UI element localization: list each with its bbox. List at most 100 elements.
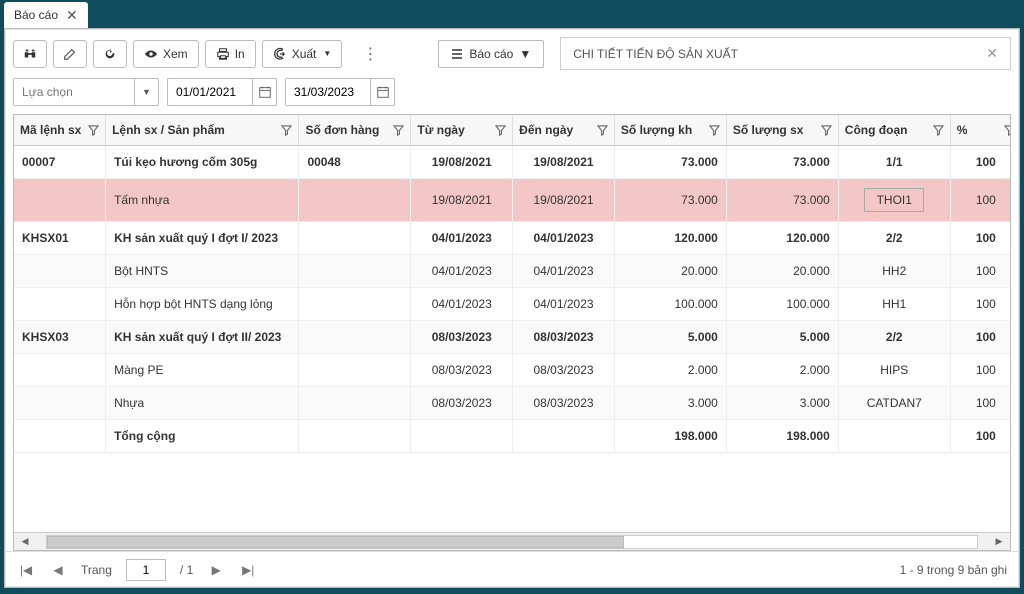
cell-tu: 19/08/2021 [411, 146, 513, 179]
cell-pct: 100 [950, 255, 1010, 288]
cell-kh: 120.000 [614, 222, 726, 255]
table-row[interactable]: Tấm nhựa19/08/202119/08/202173.00073.000… [14, 179, 1010, 222]
pager-page-label: Trang [81, 563, 112, 577]
table-row[interactable]: 00007Túi kẹo hương cốm 305g0004819/08/20… [14, 146, 1010, 179]
cell-don [299, 255, 411, 288]
print-icon [216, 47, 230, 61]
calendar-icon[interactable] [252, 79, 276, 105]
column-header[interactable]: Số lượng kh [614, 115, 726, 146]
cell-cd: CATDAN7 [838, 387, 950, 420]
print-label: In [235, 47, 245, 61]
filter-icon[interactable] [709, 125, 720, 136]
column-header[interactable]: Đến ngày [513, 115, 615, 146]
cell-ten: Bột HNTS [106, 255, 299, 288]
edit-button[interactable] [53, 40, 87, 68]
view-label: Xem [163, 47, 188, 61]
cell-ten: Nhựa [106, 387, 299, 420]
table-row[interactable]: KHSX01KH sản xuất quý I đợt I/ 202304/01… [14, 222, 1010, 255]
table-row[interactable]: Bột HNTS04/01/202304/01/202320.00020.000… [14, 255, 1010, 288]
date-to[interactable] [285, 78, 395, 106]
cell-cd: HIPS [838, 354, 950, 387]
binoculars-button[interactable] [13, 40, 47, 68]
print-button[interactable]: In [205, 40, 256, 68]
table-row[interactable]: Tổng cộng198.000198.000100 [14, 420, 1010, 453]
column-header[interactable]: Số đơn hàng [299, 115, 411, 146]
cell-don [299, 321, 411, 354]
column-header[interactable]: Số lượng sx [726, 115, 838, 146]
pager-last[interactable]: ▶| [239, 563, 257, 577]
app-tab[interactable]: Báo cáo ✕ [4, 2, 88, 28]
filter-icon[interactable] [495, 125, 506, 136]
cell-sx: 73.000 [726, 146, 838, 179]
cell-don [299, 288, 411, 321]
filter-select-input[interactable] [14, 79, 134, 105]
filter-icon[interactable] [281, 125, 292, 136]
column-header[interactable]: Từ ngày [411, 115, 513, 146]
cell-pct: 100 [950, 321, 1010, 354]
pager-page-input[interactable] [126, 559, 166, 581]
cell-kh: 5.000 [614, 321, 726, 354]
filter-icon[interactable] [821, 125, 832, 136]
report-dropdown-label: Báo cáo [469, 47, 513, 61]
calendar-icon[interactable] [370, 79, 394, 105]
report-dropdown[interactable]: Báo cáo ▼ [438, 40, 544, 68]
cell-sx: 3.000 [726, 387, 838, 420]
refresh-button[interactable] [93, 40, 127, 68]
cell-den: 04/01/2023 [513, 255, 615, 288]
export-button[interactable]: Xuất ▼ [262, 40, 343, 68]
filter-icon[interactable] [1004, 125, 1010, 136]
column-header[interactable]: Mã lệnh sx [14, 115, 106, 146]
cell-ten: KH sản xuất quý I đợt I/ 2023 [106, 222, 299, 255]
pager-total: / 1 [180, 563, 193, 577]
column-header[interactable]: Lệnh sx / Sản phẩm [106, 115, 299, 146]
cell-den: 04/01/2023 [513, 222, 615, 255]
scroll-right-icon[interactable]: ▶ [992, 535, 1006, 549]
table-row[interactable]: Hỗn hợp bột HNTS dạng lỏng04/01/202304/0… [14, 288, 1010, 321]
more-menu[interactable]: ⋮ [352, 40, 388, 68]
cell-sx: 100.000 [726, 288, 838, 321]
pager-next[interactable]: ▶ [207, 563, 225, 577]
cell-tu: 08/03/2023 [411, 321, 513, 354]
horizontal-scrollbar[interactable]: ◀ ▶ [14, 532, 1010, 550]
binoculars-icon [23, 47, 37, 61]
cell-pct: 100 [950, 387, 1010, 420]
filter-icon[interactable] [933, 125, 944, 136]
table-row[interactable]: Màng PE08/03/202308/03/20232.0002.000HIP… [14, 354, 1010, 387]
date-to-input[interactable] [286, 79, 370, 105]
table-row[interactable]: KHSX03KH sản xuất quý I đợt II/ 202308/0… [14, 321, 1010, 354]
cell-pct: 100 [950, 146, 1010, 179]
column-header[interactable]: % [950, 115, 1010, 146]
report-title-bar: CHI TIẾT TIẾN ĐỘ SẢN XUẤT ✕ [560, 37, 1011, 70]
view-button[interactable]: Xem [133, 40, 199, 68]
cell-tu: 08/03/2023 [411, 387, 513, 420]
cell-ma: 00007 [14, 146, 106, 179]
column-header[interactable]: Công đoạn [838, 115, 950, 146]
cell-cd [838, 420, 950, 453]
filter-icon[interactable] [393, 125, 404, 136]
close-report-icon[interactable]: ✕ [986, 45, 998, 62]
scroll-thumb[interactable] [47, 536, 624, 548]
cell-don [299, 179, 411, 222]
refresh-icon [103, 47, 117, 61]
cell-den: 19/08/2021 [513, 146, 615, 179]
data-table: Mã lệnh sxLệnh sx / Sản phẩmSố đơn hàngT… [14, 115, 1010, 453]
cell-kh: 198.000 [614, 420, 726, 453]
filter-icon[interactable] [88, 125, 99, 136]
congdoan-value[interactable]: THOI1 [864, 188, 924, 212]
cell-sx: 2.000 [726, 354, 838, 387]
filter-icon[interactable] [597, 125, 608, 136]
export-label: Xuất [292, 47, 317, 61]
dropdown-toggle[interactable]: ▼ [134, 79, 158, 105]
filter-select[interactable]: ▼ [13, 78, 159, 106]
date-from[interactable] [167, 78, 277, 106]
cell-ma [14, 288, 106, 321]
cell-ten: Tổng cộng [106, 420, 299, 453]
date-from-input[interactable] [168, 79, 252, 105]
table-row[interactable]: Nhựa08/03/202308/03/20233.0003.000CATDAN… [14, 387, 1010, 420]
close-tab-icon[interactable]: ✕ [66, 8, 78, 22]
scroll-left-icon[interactable]: ◀ [18, 535, 32, 549]
cell-cd: 2/2 [838, 222, 950, 255]
pager-prev[interactable]: ◀ [49, 563, 67, 577]
pager-first[interactable]: |◀ [17, 563, 35, 577]
cell-pct: 100 [950, 354, 1010, 387]
